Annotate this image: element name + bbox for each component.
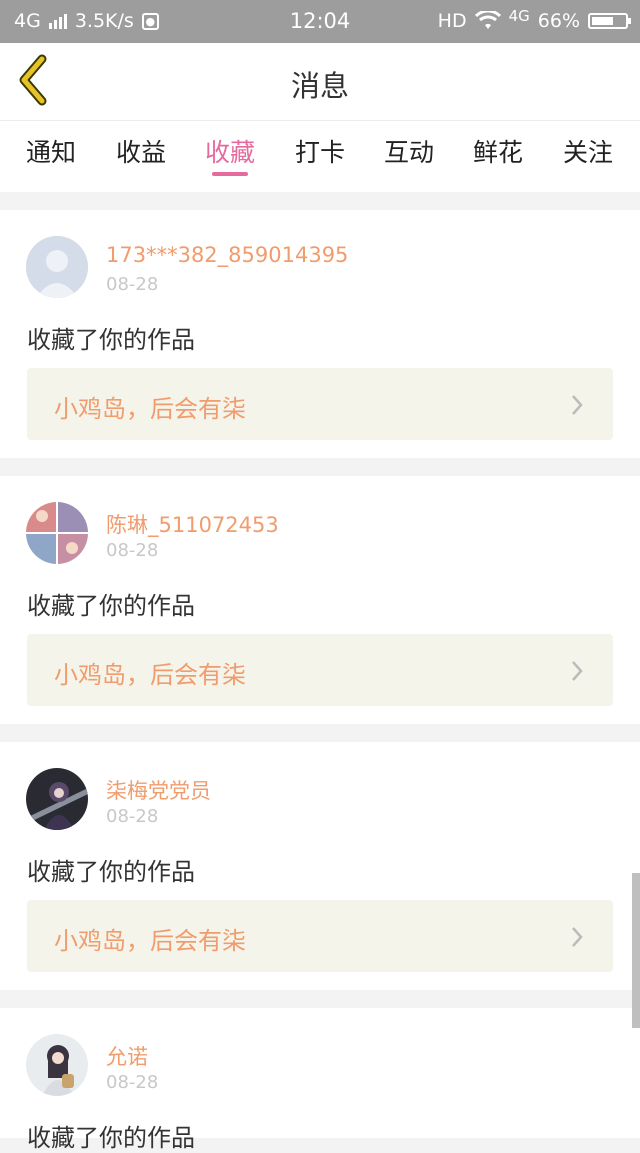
message-date: 08-28 bbox=[106, 806, 159, 827]
network-label-secondary: 4G bbox=[508, 7, 530, 25]
page-header: 消息 bbox=[0, 43, 640, 121]
girl-avatar-icon bbox=[26, 1034, 88, 1096]
collage-avatar-icon bbox=[26, 502, 88, 564]
tab-notifications[interactable]: 通知 bbox=[16, 133, 86, 169]
avatar[interactable] bbox=[26, 502, 88, 564]
work-title: 小鸡岛，后会有柒 bbox=[54, 395, 246, 423]
message-action: 收藏了你的作品 bbox=[27, 1124, 195, 1152]
page-title: 消息 bbox=[290, 69, 349, 103]
chevron-right-icon bbox=[572, 927, 583, 947]
message-date: 08-28 bbox=[106, 274, 159, 295]
message-action: 收藏了你的作品 bbox=[27, 592, 195, 620]
tab-earnings[interactable]: 收益 bbox=[106, 133, 176, 169]
avatar[interactable] bbox=[26, 1034, 88, 1096]
tab-bar: 通知 收益 收藏 打卡 互动 鲜花 关注 bbox=[0, 121, 640, 192]
message-card: 柒梅党党员 08-28 收藏了你的作品 小鸡岛，后会有柒 bbox=[0, 742, 640, 990]
work-link[interactable]: 小鸡岛，后会有柒 bbox=[27, 900, 613, 972]
wifi-icon bbox=[474, 11, 501, 29]
username[interactable]: 允诺 bbox=[106, 1041, 148, 1071]
message-card: 陈琳_511072453 08-28 收藏了你的作品 小鸡岛，后会有柒 bbox=[0, 476, 640, 724]
work-title: 小鸡岛，后会有柒 bbox=[54, 927, 246, 955]
hd-label: HD bbox=[437, 10, 467, 32]
tab-flowers[interactable]: 鲜花 bbox=[463, 133, 533, 169]
work-link[interactable]: 小鸡岛，后会有柒 bbox=[27, 368, 613, 440]
active-tab-indicator bbox=[212, 172, 248, 176]
username[interactable]: 陈琳_511072453 bbox=[106, 509, 279, 539]
anime-avatar-icon bbox=[26, 768, 88, 830]
chevron-right-icon bbox=[572, 661, 583, 681]
tab-favorites[interactable]: 收藏 bbox=[195, 133, 265, 169]
default-avatar-icon bbox=[26, 236, 88, 298]
battery-icon bbox=[588, 13, 631, 29]
scrollbar[interactable] bbox=[632, 873, 640, 1028]
work-title: 小鸡岛，后会有柒 bbox=[54, 661, 246, 689]
tab-interaction[interactable]: 互动 bbox=[374, 133, 444, 169]
message-card: 允诺 08-28 收藏了你的作品 bbox=[0, 1008, 640, 1152]
username[interactable]: 173***382_859014395 bbox=[106, 243, 348, 267]
battery-percent: 66% bbox=[537, 10, 580, 32]
tab-following[interactable]: 关注 bbox=[553, 133, 623, 169]
chevron-right-icon bbox=[572, 395, 583, 415]
avatar[interactable] bbox=[26, 768, 88, 830]
message-date: 08-28 bbox=[106, 540, 159, 561]
message-action: 收藏了你的作品 bbox=[27, 858, 195, 886]
tab-checkin[interactable]: 打卡 bbox=[285, 133, 355, 169]
status-bar: 4G 3.5K/s ● 12:04 HD 4G 66% bbox=[0, 0, 640, 43]
message-card: 173***382_859014395 08-28 收藏了你的作品 小鸡岛，后会… bbox=[0, 210, 640, 458]
avatar[interactable] bbox=[26, 236, 88, 298]
work-link[interactable]: 小鸡岛，后会有柒 bbox=[27, 634, 613, 706]
message-action: 收藏了你的作品 bbox=[27, 326, 195, 354]
username[interactable]: 柒梅党党员 bbox=[106, 775, 211, 805]
message-date: 08-28 bbox=[106, 1072, 159, 1093]
